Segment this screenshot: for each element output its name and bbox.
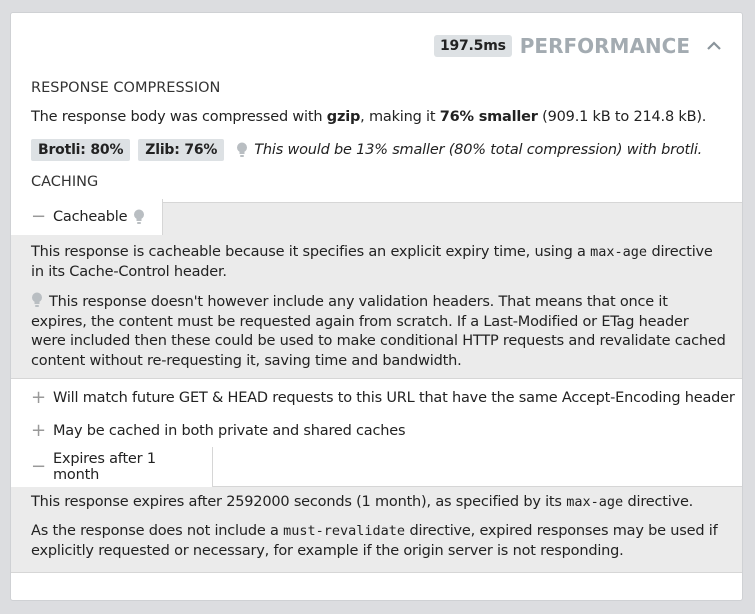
- card-title: PERFORMANCE: [519, 34, 690, 58]
- compression-ratio: 76% smaller: [439, 109, 538, 125]
- caching-section-title: CACHING: [31, 174, 99, 190]
- performance-card: 197.5ms PERFORMANCE RESPONSE COMPRESSION…: [10, 12, 743, 601]
- compression-algorithm: gzip: [326, 109, 361, 125]
- page-background: 197.5ms PERFORMANCE RESPONSE COMPRESSION…: [0, 0, 755, 614]
- expires-toggle[interactable]: − Expires after 1 month: [11, 447, 213, 487]
- expires-tab-rule: [213, 447, 742, 487]
- minus-icon: −: [31, 206, 46, 227]
- lightbulb-icon: [237, 142, 248, 157]
- card-header[interactable]: 197.5ms PERFORMANCE: [433, 33, 724, 59]
- validation-warning: This response doesn't however include an…: [31, 292, 726, 369]
- zlib-chip: Zlib: 76%: [138, 139, 225, 161]
- revalidate-explanation: As the response does not include a must-…: [31, 523, 718, 559]
- compression-summary: The response body was compressed with gz…: [31, 109, 707, 125]
- minus-icon: −: [31, 456, 46, 477]
- timing-badge: 197.5ms: [433, 35, 512, 57]
- shared-cache-row[interactable]: + May be cached in both private and shar…: [31, 420, 406, 441]
- cacheable-explanation: This response is cacheable because it sp…: [31, 244, 713, 280]
- plus-icon: +: [31, 420, 46, 441]
- lightbulb-icon: [134, 209, 145, 224]
- expiry-explanation: This response expires after 2592000 seco…: [31, 494, 694, 510]
- brotli-chip: Brotli: 80%: [31, 139, 131, 161]
- compression-section-title: RESPONSE COMPRESSION: [31, 80, 221, 96]
- compression-alternatives: Brotli: 80% Zlib: 76% This would be 13% …: [31, 139, 702, 161]
- cacheable-toggle[interactable]: − Cacheable: [11, 199, 163, 235]
- plus-icon: +: [31, 387, 46, 408]
- lightbulb-icon: [32, 292, 42, 307]
- vary-rule-row[interactable]: + Will match future GET & HEAD requests …: [31, 389, 735, 407]
- compression-hint: This would be 13% smaller (80% total com…: [236, 142, 702, 158]
- chevron-up-icon[interactable]: [704, 36, 724, 56]
